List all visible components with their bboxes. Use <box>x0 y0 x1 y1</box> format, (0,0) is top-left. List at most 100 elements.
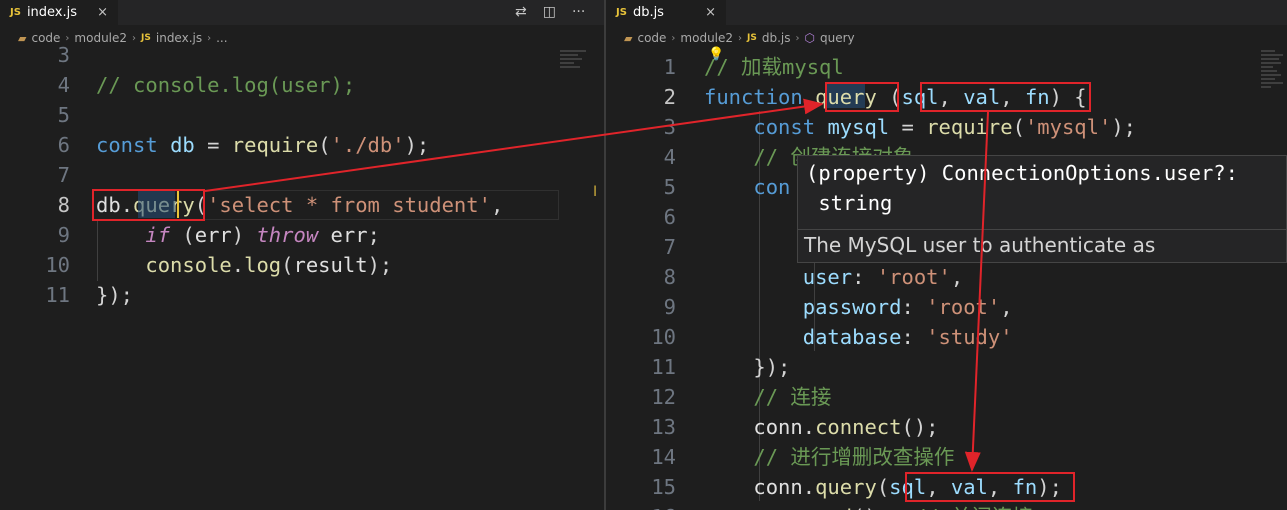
method-icon: ⬡ <box>804 31 815 45</box>
code-token: ); <box>1037 475 1062 499</box>
code-token: throw <box>256 223 319 247</box>
code-area[interactable]: 1// 加载mysql 2 function query (sql, val, fn… <box>606 52 1287 510</box>
line-number: 7 <box>57 163 70 187</box>
code-token: ( <box>281 253 294 277</box>
minimap[interactable] <box>560 50 588 70</box>
chevron-right-icon: › <box>795 32 800 44</box>
line-number: 12 <box>651 385 676 409</box>
breadcrumb: ▰ code › module2 › JS db.js › ⬡ query <box>624 31 855 45</box>
code-line[interactable]: 6 const db = require('./db'); <box>0 130 430 160</box>
code-token: : <box>901 295 927 319</box>
tab-db-js[interactable]: JS db.js × <box>606 0 726 25</box>
code-line[interactable]: 8 user: 'root', <box>606 262 964 292</box>
split-editor-icon[interactable]: ◫ <box>543 4 556 20</box>
code-line[interactable]: 14 // 进行增删改查操作 <box>606 442 954 472</box>
code-token: : <box>852 265 877 289</box>
line-number: 6 <box>57 133 70 157</box>
line-number: 11 <box>45 283 70 307</box>
code-token: password <box>802 295 902 319</box>
line-number: 4 <box>57 73 70 97</box>
code-line[interactable]: 13 conn.connect(); <box>606 412 938 442</box>
left-tab-bar: JS index.js × ⇄ ◫ ··· <box>0 0 604 25</box>
code-line[interactable]: 10 database: 'study' <box>606 322 1013 352</box>
code-area[interactable]: 3 4 // console.log(user); 5 6 const db = requ… <box>0 40 604 510</box>
code-token: 'root' <box>876 265 951 289</box>
js-file-icon: JS <box>747 33 757 43</box>
code-line[interactable]: 15 conn.query(sql, val, fn); <box>606 472 1062 502</box>
code-line[interactable]: 4 // console.log(user); <box>0 70 356 100</box>
code-token: : <box>901 325 927 349</box>
compare-icon[interactable]: ⇄ <box>515 4 527 20</box>
code-line[interactable]: 3 <box>0 40 96 70</box>
code-line[interactable]: 9 password: 'root', <box>606 292 1013 322</box>
code-token: }); <box>753 355 791 379</box>
code-token: 'study' <box>926 325 1013 349</box>
editor-actions: ⇄ ◫ ··· <box>515 4 585 20</box>
code-token: ( <box>318 133 331 157</box>
code-token: . <box>802 475 816 499</box>
cursor-marker-icon: Ⅰ <box>593 184 598 200</box>
code-token: , <box>926 475 951 499</box>
code-line[interactable]: 7 <box>0 160 96 190</box>
code-token: connect <box>815 415 902 439</box>
minimap[interactable] <box>1261 50 1285 90</box>
close-icon[interactable]: × <box>97 5 108 20</box>
breadcrumb-item[interactable]: query <box>820 31 855 45</box>
code-token: . <box>802 415 816 439</box>
code-line[interactable]: 10 console.log(result); <box>0 250 392 280</box>
more-actions-icon[interactable]: ··· <box>572 4 585 20</box>
close-icon[interactable]: × <box>705 5 716 20</box>
code-token: require <box>231 133 319 157</box>
code-token: conn <box>753 415 803 439</box>
code-token: sql <box>889 475 927 499</box>
code-token: require <box>926 115 1013 139</box>
code-token: end <box>815 505 852 510</box>
code-token: fn <box>1024 85 1050 109</box>
tab-index-js[interactable]: JS index.js × <box>0 0 118 25</box>
code-line[interactable]: 6 <box>606 202 704 232</box>
left-editor-pane: JS index.js × ⇄ ◫ ··· ▰ code › module2 ›… <box>0 0 604 510</box>
code-line[interactable]: 3 const mysql = require('mysql'); <box>606 112 1136 142</box>
code-token: // 关闭连接 <box>889 505 1033 510</box>
code-line[interactable]: 5 con <box>606 172 791 202</box>
code-line[interactable]: 7 <box>606 232 704 262</box>
code-line[interactable]: 9 if (err) throw err; <box>0 220 380 250</box>
line-number: 6 <box>663 205 676 229</box>
code-token: './db' <box>330 133 405 157</box>
chevron-right-icon: › <box>671 32 676 44</box>
code-token: 'root' <box>926 295 1001 319</box>
code-token: . <box>231 253 245 277</box>
code-line[interactable]: 12 // 连接 <box>606 382 831 412</box>
code-line[interactable]: 1 // 加载mysql <box>606 52 844 82</box>
line-number: 10 <box>651 325 676 349</box>
code-token: (); <box>852 505 889 510</box>
code-line[interactable]: 11}); <box>0 280 133 310</box>
line-number: 15 <box>651 475 676 499</box>
code-token: err <box>194 223 232 247</box>
code-line[interactable]: 11 }); <box>606 352 790 382</box>
line-number: 16 <box>606 502 676 510</box>
code-token: con <box>753 175 791 199</box>
breadcrumb-item[interactable]: module2 <box>680 31 733 45</box>
code-token: const <box>753 115 816 139</box>
right-tab-bar: JS db.js × <box>606 0 1287 25</box>
code-line[interactable]: 5 <box>0 100 96 130</box>
code-token: 'mysql' <box>1024 115 1112 139</box>
code-line[interactable]: 16 conn.end(); // 关闭连接 <box>606 502 1033 510</box>
code-token: val <box>963 85 1001 109</box>
code-token: ) <box>231 223 257 247</box>
code-token: function <box>704 85 803 109</box>
breadcrumb-item[interactable]: code <box>637 31 666 45</box>
code-line[interactable]: 2 function query (sql, val, fn) { <box>606 82 1087 112</box>
line-number: 3 <box>663 115 676 139</box>
breadcrumb-item[interactable]: db.js <box>762 31 791 45</box>
line-number: 8 <box>57 193 70 217</box>
